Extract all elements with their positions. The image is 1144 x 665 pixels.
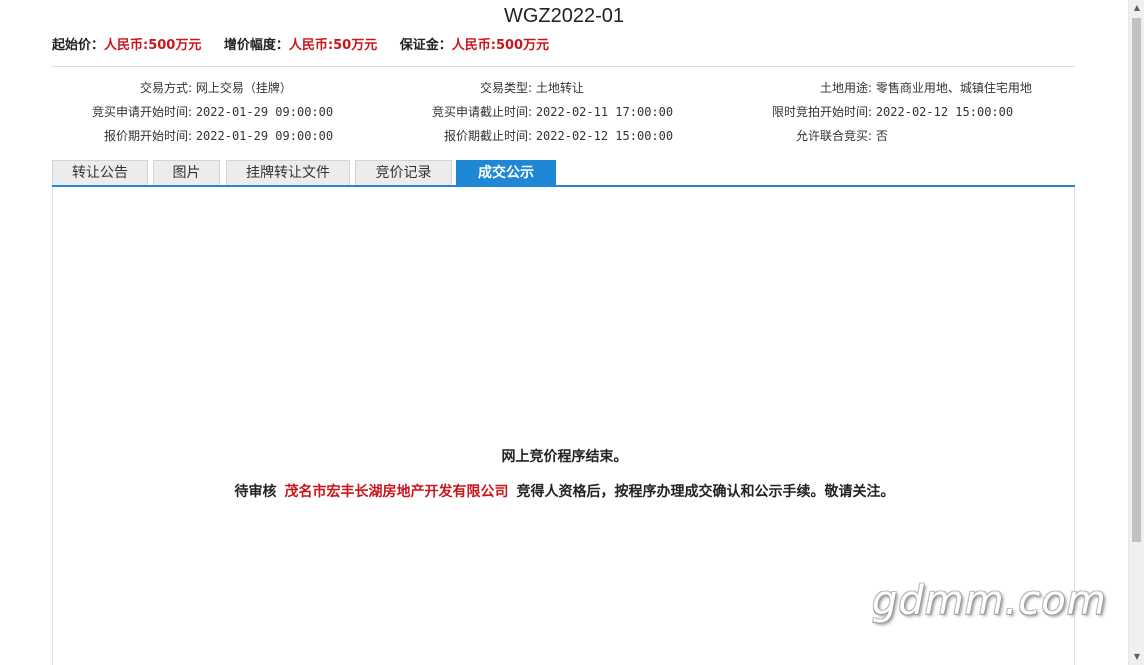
auction-start: 限时竞拍开始时间: 2022-02-12 15:00:00 — [52, 103, 1013, 121]
info-row: 交易方式: 网上交易（挂牌） 交易类型: 土地转让 土地用途: 零售商业用地、城… — [52, 79, 1075, 103]
info-table: 交易方式: 网上交易（挂牌） 交易类型: 土地转让 土地用途: 零售商业用地、城… — [52, 79, 1075, 151]
land-use: 土地用途: 零售商业用地、城镇住宅用地 — [52, 79, 1032, 97]
pending-review-prefix: 待审核 — [234, 484, 277, 500]
scroll-up-arrow-icon[interactable]: ▲ — [1129, 0, 1144, 16]
info-row: 报价期开始时间: 2022-01-29 09:00:00 报价期截止时间: 20… — [52, 127, 1075, 151]
joint-bid-label: 允许联合竞买: — [795, 129, 872, 143]
auction-start-value: 2022-02-12 15:00:00 — [875, 105, 1014, 119]
auction-start-label: 限时竞拍开始时间: — [771, 105, 872, 119]
page: WGZ2022-01 起始价：人民币:500万元 增价幅度：人民币:50万元 保… — [0, 0, 1128, 665]
land-use-value: 零售商业用地、城镇住宅用地 — [875, 81, 1032, 95]
tab-bid-records[interactable]: 竞价记录 — [355, 160, 452, 185]
land-use-label: 土地用途: — [819, 81, 872, 95]
scrollbar-thumb[interactable] — [1132, 18, 1141, 542]
vertical-scrollbar[interactable]: ▲ ▼ — [1128, 0, 1144, 665]
site-watermark: gdmm.com — [872, 578, 1107, 624]
deposit-value: 人民币:500万元 — [451, 38, 550, 53]
winning-company: 茂名市宏丰长湖房地产开发有限公司 — [284, 484, 509, 500]
pending-review-message: 待审核 茂名市宏丰长湖房地产开发有限公司 竞得人资格后，按程序办理成交确认和公示手续… — [53, 481, 1076, 501]
start-price-value: 人民币:500万元 — [104, 38, 202, 53]
increment-value: 人民币:50万元 — [288, 38, 378, 53]
divider — [52, 66, 1075, 67]
bidding-ended-message: 网上竞价程序结束。 — [501, 449, 628, 465]
info-row: 竞买申请开始时间: 2022-01-29 09:00:00 竞买申请截止时间: … — [52, 103, 1075, 127]
tab-deal-publicity[interactable]: 成交公示 — [456, 160, 556, 185]
start-price-label: 起始价： — [52, 38, 105, 53]
tab-listing-documents[interactable]: 挂牌转让文件 — [226, 160, 350, 185]
joint-bid: 允许联合竞买: 否 — [52, 127, 888, 145]
price-summary: 起始价：人民币:500万元 增价幅度：人民币:50万元 保证金：人民币:500万… — [52, 37, 567, 55]
increment-label: 增价幅度： — [223, 38, 289, 53]
deposit-label: 保证金： — [399, 38, 452, 53]
pending-review-suffix: 竞得人资格后，按程序办理成交确认和公示手续。敬请关注。 — [516, 484, 895, 500]
tab-announcement[interactable]: 转让公告 — [52, 160, 148, 185]
scroll-down-arrow-icon[interactable]: ▼ — [1129, 649, 1144, 665]
page-title: WGZ2022-01 — [503, 5, 625, 27]
joint-bid-value: 否 — [875, 129, 888, 143]
tab-images[interactable]: 图片 — [153, 160, 220, 185]
